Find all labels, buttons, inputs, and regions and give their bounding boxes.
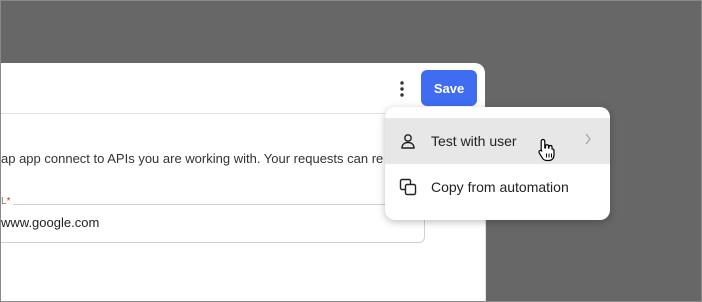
menu-item-label: Test with user xyxy=(431,133,517,149)
menu-item-copy-from-automation[interactable]: Copy from automation xyxy=(385,164,610,210)
url-field-label: L* xyxy=(1,196,14,207)
modal-overlay: Save ap app connect to APIs you are work… xyxy=(0,0,702,302)
request-description: ap app connect to APIs you are working w… xyxy=(1,151,384,166)
hand-pointer-icon xyxy=(537,138,557,167)
user-icon xyxy=(397,130,419,152)
options-menu: Test with user Copy from automation xyxy=(385,107,610,220)
more-options-button[interactable] xyxy=(390,73,414,105)
chevron-right-icon xyxy=(584,132,592,148)
menu-item-test-with-user[interactable]: Test with user xyxy=(385,118,610,164)
menu-item-label: Copy from automation xyxy=(431,179,569,195)
copy-icon xyxy=(397,176,419,198)
required-mark: * xyxy=(6,196,11,207)
more-vertical-icon xyxy=(400,81,404,97)
url-field-value[interactable]: www.google.com xyxy=(1,215,99,230)
save-button[interactable]: Save xyxy=(421,70,477,106)
